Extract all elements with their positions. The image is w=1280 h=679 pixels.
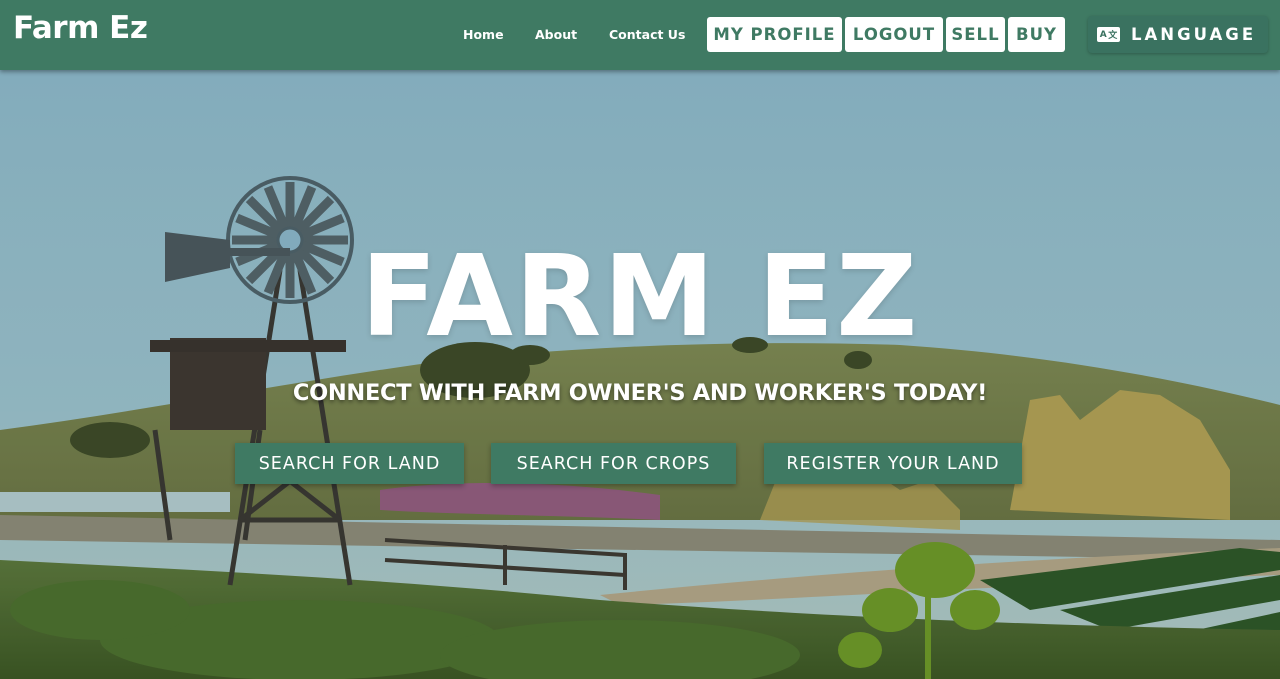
navbar: Farm Ez Home About Contact Us MY PROFILE… (0, 0, 1280, 70)
hero-subtitle: CONNECT WITH FARM OWNER'S AND WORKER'S T… (292, 380, 988, 406)
search-for-crops-button[interactable]: SEARCH FOR CROPS (491, 443, 736, 484)
translate-icon-glyph-b: 文 (1108, 31, 1118, 41)
my-profile-button[interactable]: MY PROFILE (707, 17, 842, 52)
language-label: LANGUAGE (1131, 25, 1257, 44)
hero-title: FARM EZ (360, 232, 920, 362)
nav-contact-link[interactable]: Contact Us (609, 27, 685, 42)
language-button[interactable]: A 文 LANGUAGE (1088, 16, 1268, 53)
brand-logo-link[interactable]: Farm Ez (13, 10, 148, 46)
buy-button[interactable]: BUY (1008, 17, 1065, 52)
search-for-land-button[interactable]: SEARCH FOR LAND (235, 443, 464, 484)
sell-button[interactable]: SELL (946, 17, 1005, 52)
nav-about-link[interactable]: About (535, 27, 577, 42)
logout-button[interactable]: LOGOUT (845, 17, 943, 52)
register-your-land-button[interactable]: REGISTER YOUR LAND (764, 443, 1022, 484)
nav-home-link[interactable]: Home (463, 27, 504, 42)
translate-icon-glyph-a: A (1099, 29, 1107, 40)
translate-icon: A 文 (1097, 27, 1120, 42)
